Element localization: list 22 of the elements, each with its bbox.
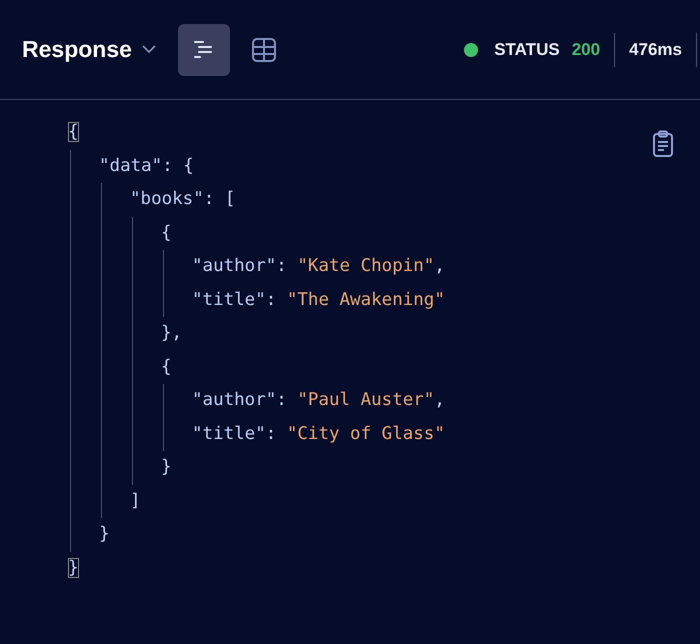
- code-line: }: [68, 556, 80, 580]
- response-time: 476ms: [628, 40, 683, 60]
- code-line: "title": "City of Glass": [192, 422, 446, 446]
- code-line: },: [161, 322, 184, 345]
- code-line: "author": "Kate Chopin",: [192, 255, 446, 278]
- grid-icon: [250, 36, 277, 62]
- status-label: STATUS: [494, 40, 560, 60]
- chevron-down-icon[interactable]: [142, 45, 156, 54]
- code-line: {: [161, 222, 173, 244]
- clipboard-icon[interactable]: [652, 130, 674, 158]
- panel-title[interactable]: Response: [22, 36, 132, 63]
- code-line: ]: [130, 490, 142, 512]
- code-line: {: [161, 356, 173, 378]
- pretty-view-button[interactable]: [178, 24, 230, 76]
- code-line: "title": "The Awakening": [192, 288, 446, 312]
- code-line: "author": "Paul Auster",: [192, 389, 446, 412]
- code-line: }: [161, 456, 173, 479]
- code-line: }: [99, 523, 111, 546]
- code-line: "books": [: [130, 188, 236, 211]
- code-line: {: [68, 121, 80, 144]
- code-line: "data": {: [99, 154, 195, 178]
- status-code: 200: [572, 40, 600, 60]
